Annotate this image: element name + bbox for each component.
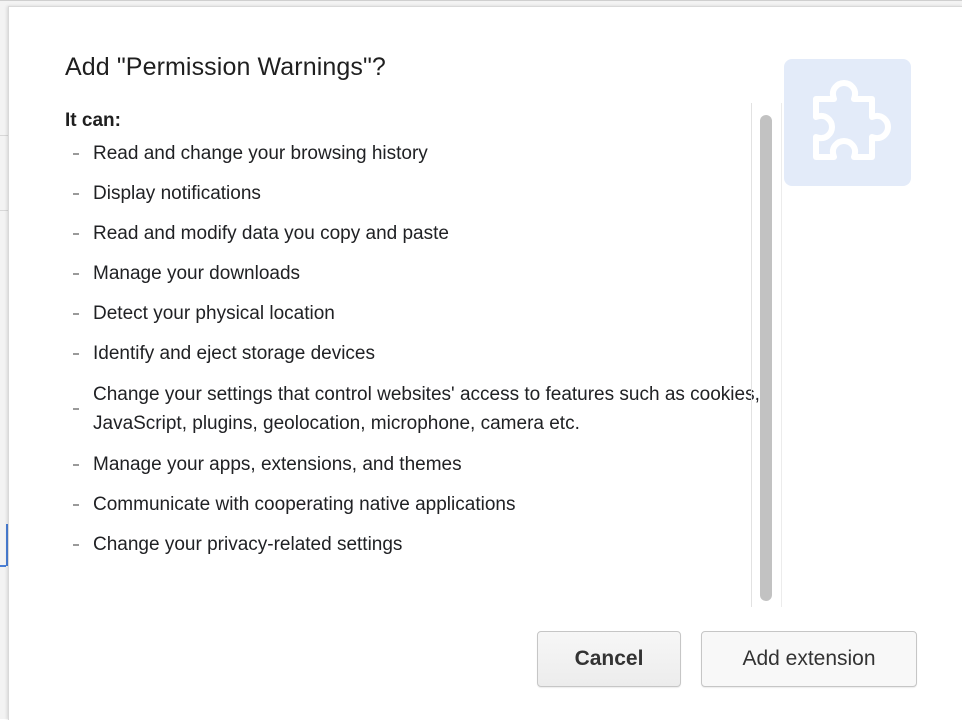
permission-text: Read and change your browsing history [93, 143, 428, 164]
permission-text: Manage your downloads [93, 263, 301, 284]
add-extension-dialog: Add "Permission Warnings"? It can: Read … [8, 6, 962, 720]
bullet-icon [73, 543, 79, 546]
bullet-icon [73, 352, 79, 355]
cancel-button[interactable]: Cancel [537, 631, 681, 687]
list-item: Detect your physical location [69, 300, 759, 327]
list-item: Read and modify data you copy and paste [69, 220, 759, 247]
list-item: Read and change your browsing history [69, 140, 759, 167]
list-item: Identify and eject storage devices [69, 340, 759, 367]
permissions-list[interactable]: Read and change your browsing history Di… [69, 140, 760, 571]
permission-text: Identify and eject storage devices [93, 343, 376, 364]
bullet-icon [73, 312, 79, 315]
permissions-heading: It can: [65, 110, 121, 131]
puzzle-piece-icon [812, 79, 891, 160]
dialog-title: Add "Permission Warnings"? [65, 53, 386, 81]
background-divider [0, 0, 962, 1]
bullet-icon [73, 192, 79, 195]
bullet-icon [73, 232, 79, 235]
list-item: Change your privacy-related settings [69, 531, 759, 558]
permission-text: Detect your physical location [93, 303, 335, 324]
scrollbar-thumb[interactable] [760, 115, 772, 601]
bullet-icon [73, 503, 79, 506]
list-item: Manage your downloads [69, 260, 759, 287]
add-extension-button[interactable]: Add extension [701, 631, 917, 687]
permission-text: Read and modify data you copy and paste [93, 223, 449, 244]
background-divider [0, 210, 8, 211]
scrollbar-track [781, 103, 782, 607]
list-item: Display notifications [69, 180, 759, 207]
extension-icon [784, 59, 911, 186]
bullet-icon [73, 463, 79, 466]
permission-text: Communicate with cooperating native appl… [93, 494, 516, 515]
bullet-icon [73, 152, 79, 155]
list-item: Manage your apps, extensions, and themes [69, 451, 759, 478]
permission-text: Change your settings that control websit… [93, 384, 760, 434]
bullet-icon [73, 272, 79, 275]
list-item: Change your settings that control websit… [69, 380, 763, 438]
permission-text: Manage your apps, extensions, and themes [93, 454, 462, 475]
permission-text: Change your privacy-related settings [93, 534, 403, 555]
background-divider [0, 135, 8, 136]
scrollbar-track [751, 103, 752, 607]
bullet-icon [73, 408, 79, 410]
list-item: Communicate with cooperating native appl… [69, 491, 759, 518]
permission-text: Display notifications [93, 183, 261, 204]
